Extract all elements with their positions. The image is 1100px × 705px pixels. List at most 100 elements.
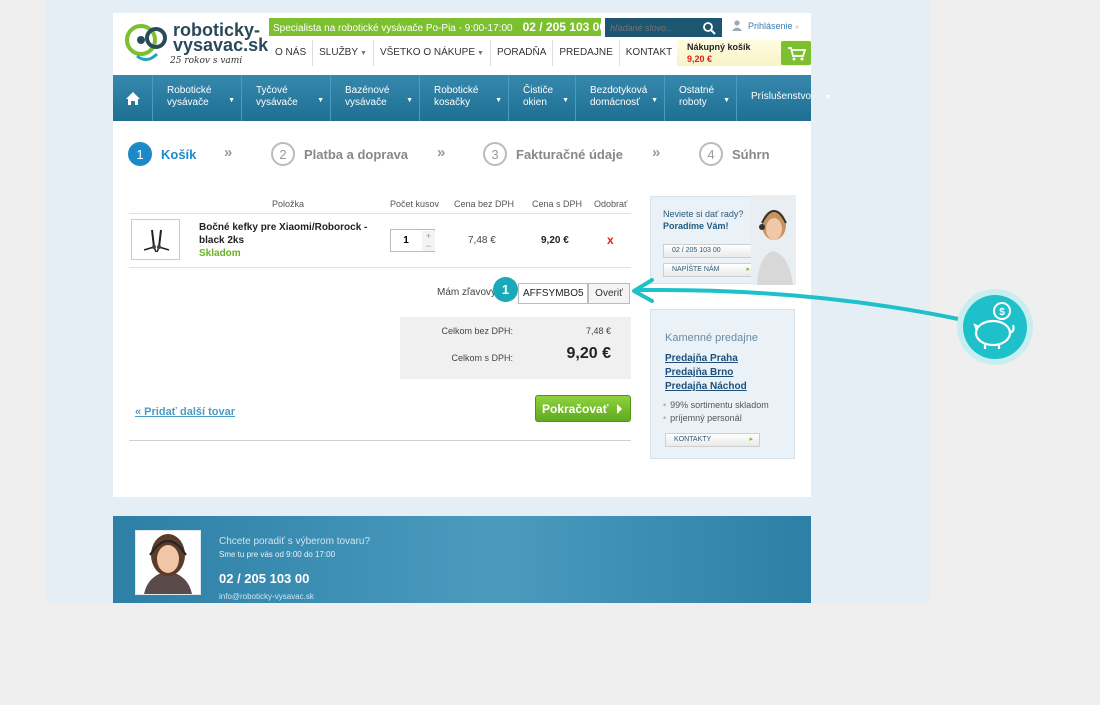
write-us-label: NAPÍŠTE NÁM — [672, 266, 720, 273]
advice-box: Neviete si dať rady? Poradíme Vám! 02 / … — [650, 195, 796, 285]
caret-down-icon: ▼ — [562, 97, 569, 104]
stores-box: Kamenné predajne Predajňa Praha Predajňa… — [650, 309, 795, 459]
arrow-right-icon: ▸ — [746, 266, 750, 273]
product-thumbnail[interactable] — [131, 219, 180, 260]
home-button[interactable] — [113, 75, 153, 121]
header-price-inc-vat: Cena s DPH — [532, 199, 583, 209]
login-label: Prihlásenie — [748, 21, 793, 31]
divider — [129, 440, 631, 441]
category-nav: Robotické vysávače ▼ Tyčové vysávače ▼ Baz… — [113, 75, 831, 121]
nav-item-about[interactable]: O NÁS — [269, 40, 314, 66]
nav-item-label: O NÁS — [275, 47, 307, 58]
step-arrow-icon: » — [437, 144, 446, 161]
nav-item-label: PORADŇA — [496, 47, 547, 58]
store-feature: 99% sortimentu skladom — [663, 400, 769, 410]
user-icon — [732, 20, 742, 31]
login-link[interactable]: Prihlásenie » — [728, 16, 808, 36]
continue-label: Pokračovať — [542, 401, 609, 416]
info-bar-phone: 02 / 205 103 00 — [522, 20, 601, 34]
category-label: Robotické kosačky — [434, 85, 479, 108]
step-summary[interactable]: 4 Súhrn — [699, 142, 770, 166]
stores-title: Kamenné predajne — [665, 332, 758, 344]
category-other-robots[interactable]: Ostatné roboty ▼ — [665, 75, 737, 121]
nav-item-stores[interactable]: PREDAJNE — [553, 40, 620, 66]
category-robot-vacuums[interactable]: Robotické vysávače ▼ — [153, 75, 242, 121]
nav-item-shopping-info[interactable]: VŠETKO O NÁKUPE ▼ — [374, 40, 491, 66]
category-label: Tyčové vysávače — [256, 85, 298, 108]
category-robot-mowers[interactable]: Robotické kosačky ▼ — [420, 75, 509, 121]
add-more-items-link[interactable]: « Pridať další tovar — [135, 406, 235, 418]
category-label: Bezdotyková domácnosť — [590, 85, 648, 108]
support-agent-photo — [751, 195, 796, 285]
divider — [129, 213, 631, 214]
step-billing[interactable]: 3 Fakturačné údaje — [483, 142, 623, 166]
verify-coupon-button[interactable]: Overiť — [588, 283, 630, 304]
nav-item-contact[interactable]: KONTAKT — [620, 40, 678, 66]
logo-mark-icon — [125, 24, 167, 61]
annotation-badge: 1 — [493, 277, 518, 302]
header-quantity: Počet kusov — [390, 199, 440, 209]
stock-status: Skladom — [199, 248, 241, 259]
mini-cart[interactable]: Nákupný košík 9,20 € — [677, 40, 811, 66]
step-number: 3 — [483, 142, 507, 166]
logo-text-line2: vysavac.sk — [173, 35, 269, 55]
continue-button[interactable]: Pokračovať — [535, 395, 631, 422]
step-label: Fakturačné údaje — [516, 146, 623, 162]
cart-button[interactable] — [781, 41, 811, 65]
total-ex-vat-label: Celkom bez DPH: — [441, 326, 513, 336]
piggy-bank-icon: $ — [957, 289, 1033, 365]
category-stick-vacuums[interactable]: Tyčové vysávače ▼ — [242, 75, 331, 121]
search-input[interactable] — [610, 20, 700, 35]
quantity-decrease-button[interactable]: − — [422, 241, 435, 251]
footer-question: Chcete poradiť s výberom tovaru? — [219, 536, 371, 547]
product-name[interactable]: Bočné kefky pre Xiaomi/Roborock - black … — [199, 221, 374, 247]
advice-phone: 02 / 205 103 00 — [672, 247, 721, 254]
nav-item-services[interactable]: SLUŽBY ▼ — [313, 40, 374, 66]
step-number: 1 — [128, 142, 152, 166]
step-label: Platba a doprava — [304, 146, 409, 162]
category-touchless-home[interactable]: Bezdotyková domácnosť ▼ — [576, 75, 665, 121]
arrow-right-icon: ▸ — [749, 436, 753, 443]
footer-email[interactable]: info@roboticky-vysavac.sk — [219, 592, 314, 601]
nav-item-label: KONTAKT — [625, 47, 673, 58]
step-number: 4 — [699, 142, 723, 166]
category-pool-vacuums[interactable]: Bazénové vysávače ▼ — [331, 75, 420, 121]
contacts-button[interactable]: KONTAKTY ▸ — [665, 433, 760, 447]
footer-phone[interactable]: 02 / 205 103 00 — [219, 571, 309, 586]
search-box — [605, 18, 722, 37]
footer-contact: Chcete poradiť s výberom tovaru? Sme tu … — [113, 516, 811, 603]
logo[interactable]: roboticky- vysavac.sk 25 rokov s vami — [125, 16, 269, 72]
category-label: Bazénové vysávače — [345, 85, 390, 108]
write-us-button[interactable]: NAPÍŠTE NÁM ▸ — [663, 263, 757, 277]
step-arrow-icon: » — [224, 144, 233, 161]
category-window-cleaners[interactable]: Čističe okien ▼ — [509, 75, 576, 121]
store-link-praha[interactable]: Predajňa Praha — [665, 353, 738, 364]
nav-item-advice[interactable]: PORADŇA — [491, 40, 554, 66]
store-link-brno[interactable]: Predajňa Brno — [665, 367, 733, 378]
store-link-nachod[interactable]: Predajňa Náchod — [665, 381, 747, 392]
category-accessories[interactable]: Príslušenstvo ▼ — [737, 75, 835, 121]
svg-text:$: $ — [999, 307, 1005, 318]
side-brush-icon — [143, 229, 170, 253]
advice-question: Neviete si dať rady? — [663, 209, 744, 219]
step-payment-shipping[interactable]: 2 Platba a doprava — [271, 142, 408, 166]
arrow-right-icon — [617, 404, 622, 414]
home-icon — [126, 92, 140, 105]
divider — [129, 267, 631, 268]
step-cart[interactable]: 1 Košík — [128, 142, 196, 166]
advice-answer: Poradíme Vám! — [663, 221, 729, 231]
category-label: Príslušenstvo — [751, 91, 812, 102]
nav-item-label: SLUŽBY — [319, 47, 359, 58]
top-nav: O NÁS SLUŽBY ▼ VŠETKO O NÁKUPE ▼ PORADŇA P… — [269, 40, 678, 66]
support-agent-icon — [144, 534, 192, 594]
cart-icon — [788, 47, 807, 61]
quantity-input[interactable] — [391, 230, 421, 251]
quantity-increase-button[interactable]: + — [422, 231, 435, 241]
coupon-input[interactable] — [518, 283, 588, 304]
category-label: Ostatné roboty — [679, 85, 715, 108]
remove-item-button[interactable]: x — [607, 233, 614, 247]
advice-phone-button[interactable]: 02 / 205 103 00 — [663, 244, 757, 258]
search-icon[interactable] — [702, 21, 716, 35]
info-bar-text: Specialista na robotické vysávače Po-Pia… — [273, 23, 513, 34]
support-agent-photo — [135, 530, 201, 595]
